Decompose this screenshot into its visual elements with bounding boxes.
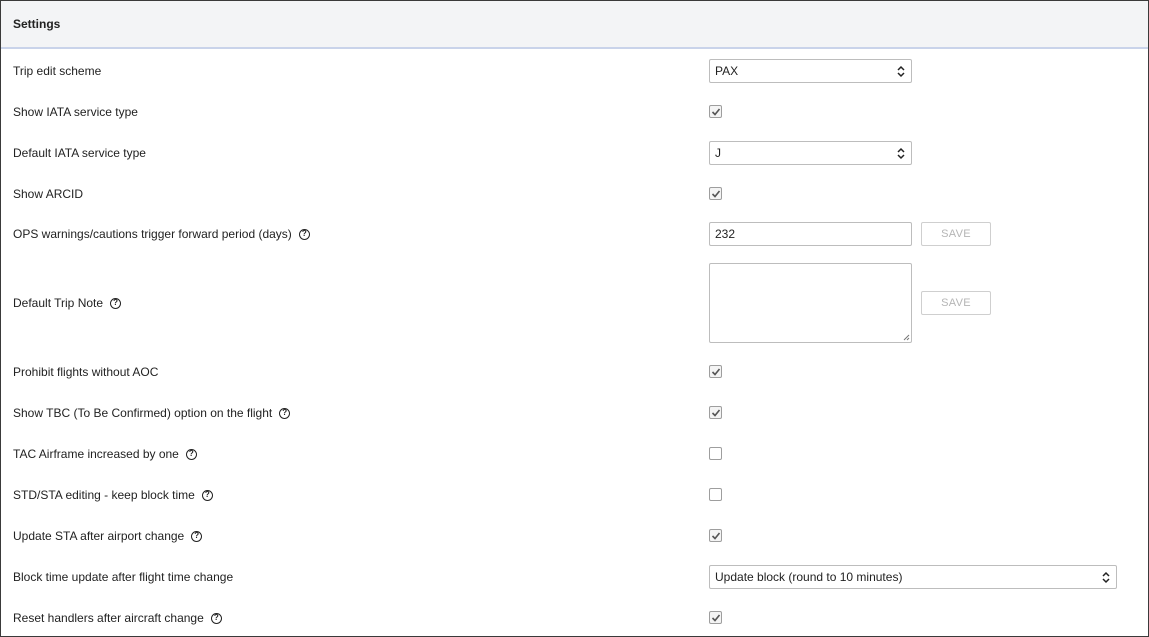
checkmark-icon [711, 613, 720, 622]
help-circle-icon[interactable]: ? [201, 489, 213, 501]
setting-row-reset-handlers: Reset handlers after aircraft change ? [1, 606, 1148, 630]
default-trip-note-save-button[interactable]: SAVE [921, 291, 991, 315]
setting-row-ops-warnings-period: OPS warnings/cautions trigger forward pe… [1, 222, 1148, 246]
checkmark-icon [711, 107, 720, 116]
show-arcid-checkbox[interactable] [709, 187, 722, 200]
setting-label: Default Trip Note ? [13, 296, 122, 310]
setting-row-show-iata-service-type: Show IATA service type [1, 100, 1148, 124]
setting-label: Default IATA service type [13, 146, 146, 160]
chevron-up-down-icon [897, 65, 905, 78]
checkmark-icon [711, 531, 720, 540]
page-title: Settings [13, 17, 61, 31]
setting-label: Block time update after flight time chan… [13, 570, 234, 584]
show-iata-service-type-checkbox[interactable] [709, 105, 722, 118]
show-tbc-option-checkbox[interactable] [709, 406, 722, 419]
checkmark-icon [711, 189, 720, 198]
setting-label: STD/STA editing - keep block time ? [13, 488, 213, 502]
setting-row-block-time-update: Block time update after flight time chan… [1, 565, 1148, 589]
setting-label: Reset handlers after aircraft change ? [13, 611, 222, 625]
prohibit-flights-without-aoc-checkbox[interactable] [709, 365, 722, 378]
setting-row-prohibit-flights-without-aoc: Prohibit flights without AOC [1, 360, 1148, 384]
reset-handlers-checkbox[interactable] [709, 611, 722, 624]
help-circle-icon[interactable]: ? [298, 228, 310, 240]
ops-warnings-save-button[interactable]: SAVE [921, 222, 991, 246]
setting-row-tac-airframe-increase: TAC Airframe increased by one ? [1, 442, 1148, 466]
setting-row-trip-edit-scheme: Trip edit scheme PAX [1, 59, 1148, 83]
help-circle-icon[interactable]: ? [279, 407, 291, 419]
help-circle-icon[interactable]: ? [191, 530, 203, 542]
setting-row-update-sta-after-airport: Update STA after airport change ? [1, 524, 1148, 548]
setting-row-std-sta-keep-block: STD/STA editing - keep block time ? [1, 483, 1148, 507]
update-sta-after-airport-checkbox[interactable] [709, 529, 722, 542]
help-circle-icon[interactable]: ? [185, 448, 197, 460]
checkmark-icon [711, 408, 720, 417]
setting-label: Trip edit scheme [13, 64, 102, 78]
setting-row-default-iata-service-type: Default IATA service type J [1, 141, 1148, 165]
checkmark-icon [711, 367, 720, 376]
setting-row-show-arcid: Show ARCID [1, 182, 1148, 206]
setting-label: Show ARCID [13, 187, 84, 201]
trip-edit-scheme-select[interactable]: PAX [709, 59, 912, 83]
setting-label: OPS warnings/cautions trigger forward pe… [13, 227, 310, 241]
panel-header: Settings [1, 1, 1148, 49]
setting-row-show-tbc-option: Show TBC (To Be Confirmed) option on the… [1, 401, 1148, 425]
default-iata-service-type-select[interactable]: J [709, 141, 912, 165]
setting-label: Prohibit flights without AOC [13, 365, 159, 379]
tac-airframe-increase-checkbox[interactable] [709, 447, 722, 460]
std-sta-keep-block-checkbox[interactable] [709, 488, 722, 501]
chevron-up-down-icon [1102, 571, 1110, 584]
chevron-up-down-icon [897, 147, 905, 160]
setting-label: TAC Airframe increased by one ? [13, 447, 197, 461]
block-time-update-select[interactable]: Update block (round to 10 minutes) [709, 565, 1117, 589]
ops-warnings-period-input[interactable] [709, 222, 912, 246]
setting-label: Show TBC (To Be Confirmed) option on the… [13, 406, 291, 420]
resize-grip-icon[interactable] [902, 333, 910, 341]
help-circle-icon[interactable]: ? [110, 297, 122, 309]
settings-panel: Settings Trip edit scheme PAX Show IATA … [0, 0, 1149, 637]
default-trip-note-textarea[interactable] [709, 263, 912, 343]
setting-label: Show IATA service type [13, 105, 138, 119]
setting-label: Update STA after airport change ? [13, 529, 203, 543]
help-circle-icon[interactable]: ? [210, 612, 222, 624]
setting-row-default-trip-note: Default Trip Note ? SAVE [1, 263, 1148, 343]
